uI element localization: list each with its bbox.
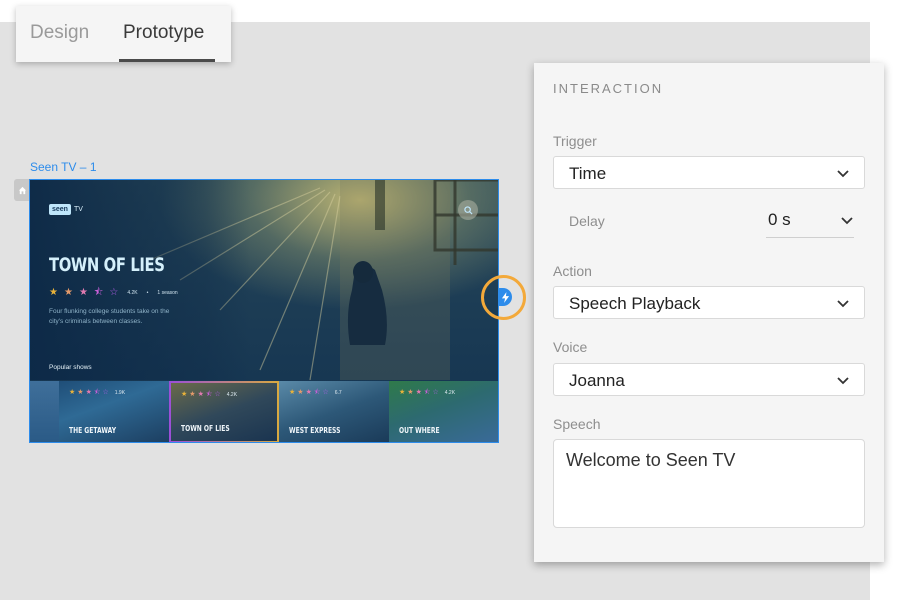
star-icon: ★ — [189, 391, 196, 398]
hero-title: TOWN OF LIES — [49, 254, 165, 276]
voice-label: Voice — [553, 339, 588, 355]
artboard-label[interactable]: Seen TV – 1 — [30, 160, 97, 174]
half-star-icon: ⯪ — [205, 391, 213, 398]
trigger-value: Time — [569, 164, 607, 183]
star-icon: ★ — [415, 389, 422, 396]
half-star-icon: ⯪ — [93, 389, 101, 396]
trigger-dropdown[interactable]: Time — [553, 156, 865, 189]
voice-dropdown[interactable]: Joanna — [553, 363, 865, 396]
empty-star-icon: ☆ — [322, 389, 329, 396]
meta-separator: • — [146, 290, 149, 296]
half-star-icon: ⯪ — [313, 389, 321, 396]
show-card[interactable] — [30, 381, 59, 442]
show-title: TOWN OF LIES — [181, 424, 230, 433]
panel-title: INTERACTION — [553, 81, 664, 96]
trigger-label: Trigger — [553, 133, 597, 149]
star-icon: ★ — [85, 389, 92, 396]
show-views: 4.2K — [444, 389, 456, 396]
empty-star-icon: ☆ — [214, 391, 221, 398]
empty-star-icon: ☆ — [109, 287, 119, 298]
star-icon: ★ — [297, 389, 304, 396]
logo-badge: seen — [49, 204, 71, 215]
action-dropdown[interactable]: Speech Playback — [553, 286, 865, 319]
popular-shows-heading: Popular shows — [49, 364, 92, 371]
seen-tv-logo: seen TV — [49, 204, 83, 215]
star-icon: ★ — [305, 389, 312, 396]
star-icon: ★ — [399, 389, 406, 396]
mode-tabs: Design Prototype — [16, 6, 231, 62]
chevron-down-icon — [837, 377, 849, 385]
show-card[interactable]: ★ ★ ★ ⯪ ☆ 6.7 WEST EXPRESS — [279, 381, 389, 442]
star-icon: ★ — [181, 391, 188, 398]
home-icon — [18, 186, 26, 194]
chevron-down-icon — [837, 300, 849, 308]
tab-prototype[interactable]: Prototype — [123, 22, 204, 44]
hero-views: 4.2K — [127, 290, 138, 296]
active-tab-indicator — [119, 59, 215, 62]
star-icon: ★ — [69, 389, 76, 396]
show-views: 6.7 — [334, 389, 342, 396]
action-label: Action — [553, 263, 592, 279]
show-views: 1.9K — [114, 389, 126, 396]
artboard-seen-tv[interactable]: seen TV TOWN OF LIES ★ ★ ★ ⯪ ☆ 4.2K • 1 … — [29, 179, 499, 443]
speech-textarea[interactable]: Welcome to Seen TV — [553, 439, 865, 528]
popular-shows-row: ★ ★ ★ ⯪ ☆ 1.9K THE GETAWAY ★ ★ ★ ⯪ ☆ 4.2… — [30, 381, 498, 442]
show-card-selected[interactable]: ★ ★ ★ ⯪ ☆ 4.2K TOWN OF LIES — [169, 381, 279, 442]
interaction-panel: INTERACTION Trigger Time Delay 0 s Actio… — [534, 63, 884, 562]
star-icon: ★ — [289, 389, 296, 396]
show-card[interactable]: ★ ★ ★ ⯪ ☆ 4.2K OUT WHERE — [389, 381, 498, 442]
show-title: THE GETAWAY — [69, 426, 117, 435]
hero-description: Four flunking college students take on t… — [49, 308, 170, 325]
half-star-icon: ⯪ — [93, 287, 104, 298]
logo-text: TV — [73, 206, 83, 213]
show-title: OUT WHERE — [399, 426, 440, 435]
star-icon: ★ — [77, 389, 84, 396]
delay-value: 0 s — [768, 210, 791, 229]
show-card[interactable]: ★ ★ ★ ⯪ ☆ 1.9K THE GETAWAY — [59, 381, 169, 442]
star-icon: ★ — [78, 287, 88, 298]
action-value: Speech Playback — [569, 294, 701, 313]
half-star-icon: ⯪ — [423, 389, 431, 396]
star-icon: ★ — [49, 287, 58, 298]
speech-label: Speech — [553, 416, 601, 432]
show-title: WEST EXPRESS — [289, 426, 341, 435]
hero-meta: ★ ★ ★ ⯪ ☆ 4.2K • 1 season — [49, 288, 178, 298]
show-views: 4.2K — [226, 391, 238, 398]
chevron-down-icon — [841, 217, 853, 225]
voice-value: Joanna — [569, 371, 625, 390]
star-icon: ★ — [197, 391, 204, 398]
chevron-down-icon — [837, 170, 849, 178]
delay-dropdown[interactable]: 0 s — [766, 205, 854, 238]
search-button[interactable] — [458, 200, 478, 220]
home-artboard-marker[interactable] — [14, 179, 30, 201]
delay-label: Delay — [569, 213, 605, 229]
search-icon — [463, 205, 473, 215]
star-icon: ★ — [63, 287, 73, 298]
empty-star-icon: ☆ — [102, 389, 109, 396]
empty-star-icon: ☆ — [432, 389, 439, 396]
star-icon: ★ — [407, 389, 414, 396]
tab-design[interactable]: Design — [30, 22, 89, 44]
hero-seasons: 1 season — [157, 290, 178, 296]
highlight-ring — [481, 275, 526, 320]
